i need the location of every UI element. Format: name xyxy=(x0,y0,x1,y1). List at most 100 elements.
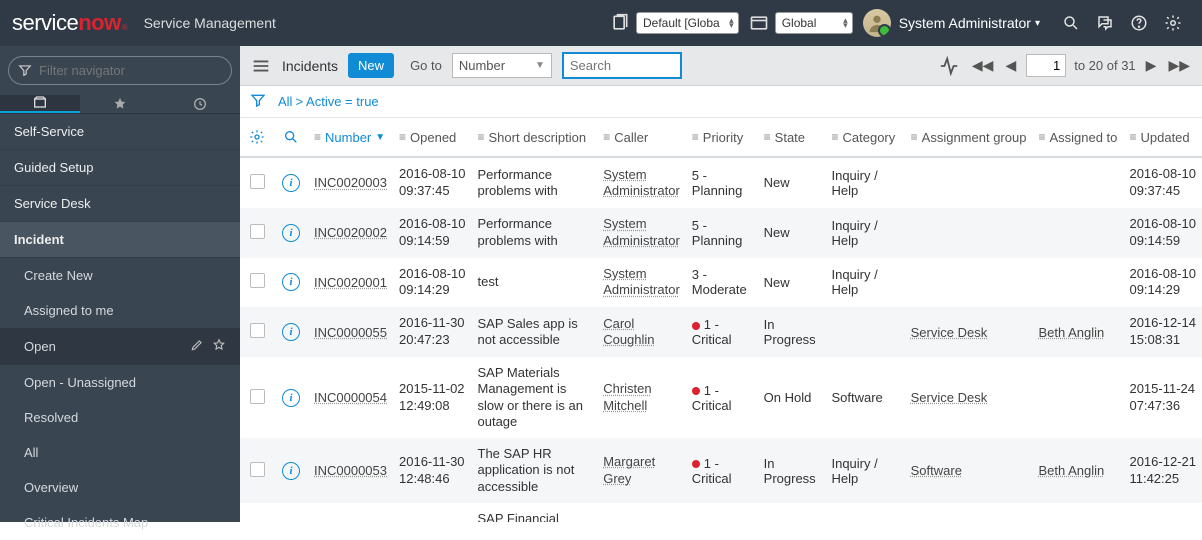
state-value: New xyxy=(758,208,826,258)
nav-section-guided-setup[interactable]: Guided Setup xyxy=(0,150,240,186)
column-search-icon[interactable] xyxy=(280,126,302,148)
pager-first-icon[interactable]: ◀◀ xyxy=(970,57,996,74)
caller-link[interactable]: ChristenMitchell xyxy=(603,381,651,412)
global-header: servicenow® Service Management Default [… xyxy=(0,0,1202,46)
category-value: Inquiry / Help xyxy=(825,208,904,258)
pager-last-icon[interactable]: ▶▶ xyxy=(1166,57,1192,74)
row-preview-icon[interactable]: i xyxy=(282,462,300,480)
row-preview-icon[interactable]: i xyxy=(282,224,300,242)
col-number[interactable]: ≡Number▼ xyxy=(308,118,393,157)
incident-number-link[interactable]: INC0000054 xyxy=(314,390,387,405)
incident-number-link[interactable]: INC0020003 xyxy=(314,175,387,190)
navigator-tab-all[interactable] xyxy=(0,95,80,113)
row-checkbox[interactable] xyxy=(250,389,265,404)
chat-icon[interactable] xyxy=(1096,14,1114,32)
pager-next-icon[interactable]: ▶ xyxy=(1144,57,1159,74)
nav-item-resolved[interactable]: Resolved xyxy=(0,400,240,435)
updated-value: 2015-11-2407:47:36 xyxy=(1123,357,1202,438)
brand-part1: service xyxy=(12,10,78,36)
row-checkbox[interactable] xyxy=(250,462,265,477)
assigned-to-link[interactable]: Beth Anglin xyxy=(1038,325,1104,340)
update-set-picker[interactable]: Default [Globa▴▾ xyxy=(610,12,739,34)
row-preview-icon[interactable]: i xyxy=(282,323,300,341)
row-checkbox[interactable] xyxy=(250,273,265,288)
updated-value: 2016-12-1415:08:31 xyxy=(1123,307,1202,357)
nav-section-incident[interactable]: Incident xyxy=(0,222,240,258)
activity-stream-icon[interactable] xyxy=(938,55,960,77)
personalize-columns-gear-icon[interactable] xyxy=(246,126,268,148)
table-row: i INC0000053 2016-11-3012:48:46 The SAP … xyxy=(240,438,1202,503)
col-short-description[interactable]: ≡Short description xyxy=(472,118,598,157)
row-checkbox[interactable] xyxy=(250,224,265,239)
nav-item-critical-incidents-map[interactable]: Critical Incidents Map xyxy=(0,505,240,540)
nav-item-overview[interactable]: Overview xyxy=(0,470,240,505)
brand-tm: ® xyxy=(122,23,128,32)
list-menu-icon[interactable] xyxy=(250,55,272,77)
nav-item-create-new[interactable]: Create New xyxy=(0,258,240,293)
filter-toggle-icon[interactable] xyxy=(250,92,266,111)
updated-value: 2016-12-1413:50:24 xyxy=(1123,503,1202,522)
state-value: In Progress xyxy=(758,503,826,522)
help-icon[interactable] xyxy=(1130,14,1148,32)
goto-field-select[interactable]: Number▼ xyxy=(452,53,552,78)
col-assignment-group[interactable]: ≡Assignment group xyxy=(905,118,1033,157)
caller-link[interactable]: MargaretGrey xyxy=(603,454,655,485)
incident-number-link[interactable]: INC0020002 xyxy=(314,225,387,240)
assignment-group-link[interactable]: Service Desk xyxy=(911,390,988,405)
incident-number-link[interactable]: INC0000053 xyxy=(314,463,387,478)
row-preview-icon[interactable]: i xyxy=(282,389,300,407)
table-row: i INC0020001 2016-08-1009:14:29 test Sys… xyxy=(240,258,1202,308)
favorite-star-icon[interactable] xyxy=(212,338,226,355)
nav-item-all[interactable]: All xyxy=(0,435,240,470)
priority-dot-icon xyxy=(692,322,700,330)
caller-link[interactable]: SystemAdministrator xyxy=(603,266,680,297)
assignment-group-link[interactable]: Software xyxy=(911,463,962,478)
short-description-value: SAP Sales app is not accessible xyxy=(472,307,598,357)
pager-page-input[interactable] xyxy=(1026,54,1066,77)
edit-icon[interactable] xyxy=(190,338,204,355)
col-priority[interactable]: ≡Priority xyxy=(686,118,758,157)
user-avatar[interactable] xyxy=(863,9,891,37)
pager-prev-icon[interactable]: ◀ xyxy=(1003,57,1018,74)
caller-link[interactable]: CarolCoughlin xyxy=(603,316,654,347)
caller-link[interactable]: SystemAdministrator xyxy=(603,167,680,198)
caret-down-icon: ▾ xyxy=(1035,18,1040,29)
incident-number-link[interactable]: INC0000055 xyxy=(314,325,387,340)
global-search-icon[interactable] xyxy=(1062,14,1080,32)
category-value: Inquiry / Help xyxy=(825,438,904,503)
row-checkbox[interactable] xyxy=(250,323,265,338)
assigned-to-link[interactable]: Beth Anglin xyxy=(1038,463,1104,478)
row-preview-icon[interactable]: i xyxy=(282,273,300,291)
new-button[interactable]: New xyxy=(348,53,394,78)
col-updated[interactable]: ≡Updated xyxy=(1123,118,1202,157)
caller-link[interactable]: SystemAdministrator xyxy=(603,216,680,247)
nav-item-open---unassigned[interactable]: Open - Unassigned xyxy=(0,365,240,400)
settings-gear-icon[interactable] xyxy=(1164,14,1182,32)
assignment-group-link[interactable]: Service Desk xyxy=(911,325,988,340)
opened-value: 2016-11-3012:48:40 xyxy=(393,503,472,522)
nav-item-open[interactable]: Open xyxy=(0,328,240,365)
row-checkbox[interactable] xyxy=(250,174,265,189)
opened-value: 2016-11-3012:48:46 xyxy=(393,438,472,503)
col-state[interactable]: ≡State xyxy=(758,118,826,157)
user-menu[interactable]: System Administrator xyxy=(899,15,1031,31)
navigator-tab-favorites[interactable] xyxy=(80,95,160,113)
application-scope-picker[interactable]: Global▴▾ xyxy=(749,12,853,34)
navigator-tab-history[interactable] xyxy=(160,95,240,113)
col-assigned-to[interactable]: ≡Assigned to xyxy=(1032,118,1123,157)
brand-logo[interactable]: servicenow® xyxy=(12,10,128,36)
col-category[interactable]: ≡Category xyxy=(825,118,904,157)
filter-breadcrumb[interactable]: All>Active = true xyxy=(278,94,379,109)
state-value: In Progress xyxy=(758,438,826,503)
row-preview-icon[interactable]: i xyxy=(282,174,300,192)
navigator-filter-input[interactable] xyxy=(8,56,232,85)
nav-item-assigned-to-me[interactable]: Assigned to me xyxy=(0,293,240,328)
nav-section-self-service[interactable]: Self-Service xyxy=(0,114,240,150)
table-row: i INC0020003 2016-08-1009:37:45 Performa… xyxy=(240,157,1202,208)
col-caller[interactable]: ≡Caller xyxy=(597,118,686,157)
nav-section-service-desk[interactable]: Service Desk xyxy=(0,186,240,222)
col-opened[interactable]: ≡Opened xyxy=(393,118,472,157)
goto-search-input[interactable] xyxy=(562,52,682,79)
layers-icon xyxy=(610,13,630,33)
incident-number-link[interactable]: INC0020001 xyxy=(314,275,387,290)
